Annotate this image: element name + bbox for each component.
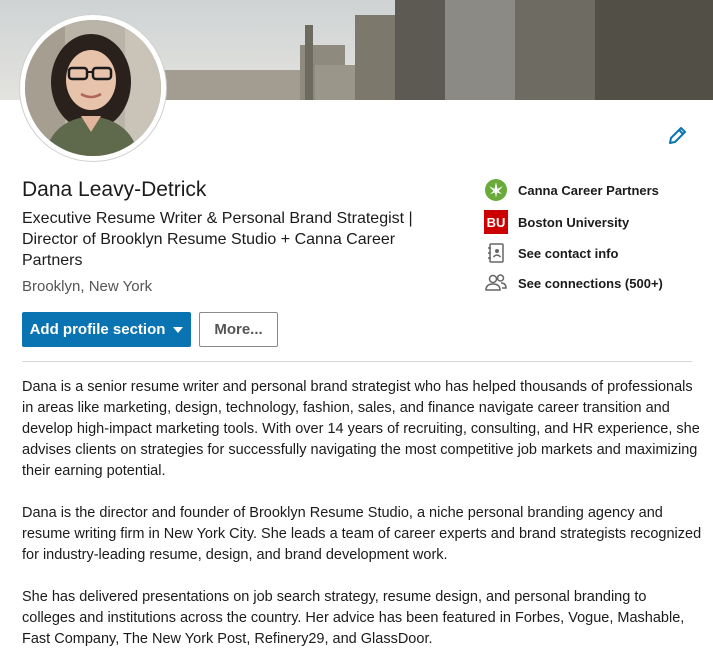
summary-paragraph: Dana is the director and founder of Broo… — [22, 505, 702, 563]
profile-headline: Executive Resume Writer & Personal Brand… — [22, 210, 413, 269]
edit-pencil-icon[interactable] — [666, 125, 688, 147]
sidebar-item-label: See contact info — [518, 245, 619, 261]
people-icon — [484, 271, 508, 295]
bu-logo-icon: BU — [484, 210, 508, 234]
sidebar-item-label: Canna Career Partners — [518, 182, 659, 198]
more-button-label: More... — [214, 321, 263, 338]
bu-logo-text: BU — [487, 215, 506, 230]
contact-card-icon — [484, 241, 508, 265]
sidebar-item-contact-info[interactable]: See contact info — [484, 241, 618, 265]
caret-down-icon — [173, 326, 184, 333]
profile-name: Dana Leavy-Detrick — [22, 178, 207, 201]
section-divider — [22, 361, 692, 362]
sidebar-item-label: Boston University — [518, 214, 630, 230]
summary-paragraph: She has delivered presentations on job s… — [22, 589, 685, 647]
add-profile-section-button[interactable]: Add profile section — [22, 312, 191, 347]
profile-summary: Dana is a senior resume writer and perso… — [22, 377, 702, 671]
sidebar-item-education[interactable]: BU Boston University — [484, 210, 629, 234]
sidebar-item-connections[interactable]: See connections (500+) — [484, 271, 663, 295]
summary-paragraph: Dana is a senior resume writer and perso… — [22, 379, 700, 479]
avatar[interactable] — [25, 20, 161, 156]
sidebar-item-label: See connections (500+) — [518, 275, 663, 291]
profile-location: Brooklyn, New York — [22, 278, 153, 295]
more-button[interactable]: More... — [199, 312, 278, 347]
sidebar-item-current-company[interactable]: Canna Career Partners — [484, 178, 659, 202]
cannabis-leaf-logo-icon — [484, 178, 508, 202]
add-profile-section-label: Add profile section — [29, 321, 166, 338]
